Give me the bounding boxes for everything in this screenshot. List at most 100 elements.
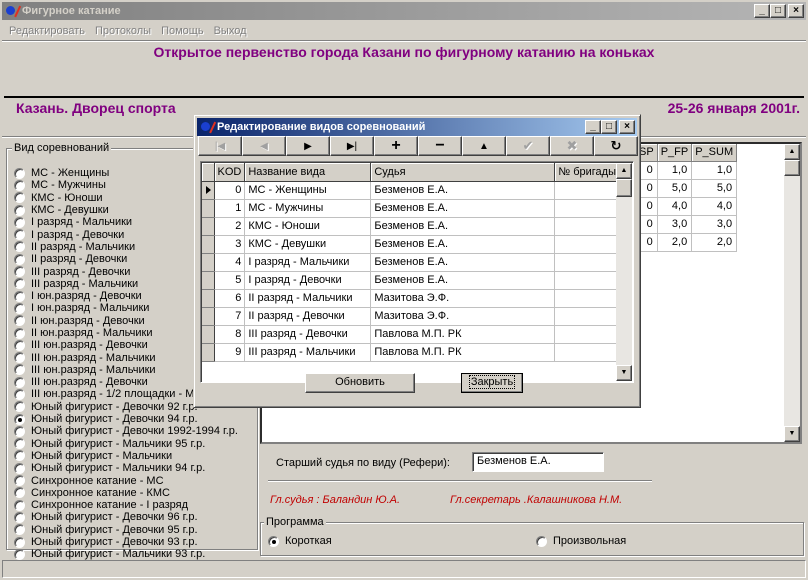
cell-judge[interactable]: Безменов Е.А. [370, 253, 556, 272]
category-radio[interactable] [14, 499, 25, 511]
row-indicator[interactable] [202, 235, 215, 254]
category-radio[interactable] [14, 167, 25, 179]
table-row[interactable]: 8 III разряд - Девочки Павлова М.П. РК [202, 325, 620, 344]
scroll-down-arrow-icon[interactable]: ▼ [784, 426, 800, 442]
cell-brigade[interactable] [554, 307, 620, 326]
insert-record-icon[interactable]: + [374, 136, 418, 156]
row-indicator[interactable] [202, 343, 215, 362]
grid-scroll-up-icon[interactable]: ▲ [616, 163, 632, 179]
row-indicator[interactable] [202, 289, 215, 308]
col-header-p-sum[interactable]: P_SUM [691, 144, 738, 162]
cell-judge[interactable]: Безменов Е.А. [370, 181, 556, 200]
cell-brigade[interactable] [554, 289, 620, 308]
dialog-maximize-button[interactable]: □ [601, 120, 617, 134]
cancel-edit-icon[interactable]: ✖ [550, 136, 594, 156]
results-cell[interactable]: 1,0 [691, 161, 738, 180]
cell-kod[interactable]: 4 [214, 253, 246, 272]
results-row[interactable]: 0 5,0 5,0 [636, 179, 738, 198]
first-record-icon[interactable]: |◀ [198, 136, 242, 156]
refresh-data-icon[interactable]: ↻ [594, 136, 638, 156]
results-scrollbar[interactable]: ▲ ▼ [784, 144, 800, 442]
cell-brigade[interactable] [554, 199, 620, 218]
row-indicator[interactable] [202, 325, 215, 344]
cell-kod[interactable]: 1 [214, 199, 246, 218]
cell-judge[interactable]: Мазитова Э.Ф. [370, 307, 556, 326]
results-row[interactable]: 0 4,0 4,0 [636, 197, 738, 216]
category-radio[interactable] [14, 511, 25, 523]
cell-kod[interactable]: 5 [214, 271, 246, 290]
row-indicator[interactable] [202, 217, 215, 236]
grid-scrollbar[interactable]: ▲ ▼ [616, 163, 632, 381]
grid-scroll-down-icon[interactable]: ▼ [616, 365, 632, 381]
category-radio[interactable] [14, 216, 25, 228]
cell-kod[interactable]: 6 [214, 289, 246, 308]
referee-field[interactable]: Безменов Е.А. [472, 452, 604, 472]
category-radio[interactable] [14, 413, 25, 425]
category-option[interactable]: Юный фигурист - Девочки 94 г.р. [14, 413, 259, 425]
menu-help[interactable]: Помощь [156, 22, 209, 41]
categories-grid[interactable]: KOD Название вида Судья № бригады 0 МС - … [200, 161, 634, 383]
category-option[interactable]: Юный фигурист - Мальчики [14, 450, 259, 462]
category-radio[interactable] [14, 290, 25, 302]
category-radio[interactable] [14, 204, 25, 216]
close-button[interactable]: × [788, 4, 804, 18]
cell-brigade[interactable] [554, 253, 620, 272]
col-header-kod[interactable]: KOD [214, 163, 246, 182]
scroll-up-arrow-icon[interactable]: ▲ [784, 144, 800, 160]
cell-kod[interactable]: 2 [214, 217, 246, 236]
refresh-button[interactable]: Обновить [305, 373, 415, 393]
grid-scroll-thumb[interactable] [616, 179, 632, 197]
category-radio[interactable] [14, 376, 25, 388]
row-indicator[interactable] [202, 253, 215, 272]
results-cell[interactable]: 1,0 [657, 161, 693, 180]
results-cell[interactable]: 5,0 [691, 179, 738, 198]
results-row[interactable]: 0 2,0 2,0 [636, 233, 738, 252]
next-record-icon[interactable]: ▶ [286, 136, 330, 156]
table-row[interactable]: 0 МС - Женщины Безменов Е.А. [202, 181, 620, 200]
category-option[interactable]: Синхронное катание - КМС [14, 487, 259, 499]
menu-edit[interactable]: Редактировать [4, 22, 90, 41]
table-row[interactable]: 1 МС - Мужчины Безменов Е.А. [202, 199, 620, 218]
current-row-indicator-icon[interactable] [202, 181, 215, 200]
results-cell[interactable]: 5,0 [657, 179, 693, 198]
category-radio[interactable] [14, 278, 25, 290]
cell-name[interactable]: МС - Женщины [244, 181, 372, 200]
category-option[interactable]: Юный фигурист - Девочки 1992-1994 г.р. [14, 425, 259, 437]
category-radio[interactable] [14, 241, 25, 253]
program-free-radio[interactable] [536, 535, 547, 547]
category-radio[interactable] [14, 462, 25, 474]
cell-name[interactable]: II разряд - Мальчики [244, 289, 372, 308]
results-cell[interactable]: 3,0 [657, 215, 693, 234]
cell-name[interactable]: КМС - Юноши [244, 217, 372, 236]
results-cell[interactable]: 4,0 [691, 197, 738, 216]
cell-name[interactable]: III разряд - Девочки [244, 325, 372, 344]
category-radio[interactable] [14, 475, 25, 487]
results-row[interactable]: 0 3,0 3,0 [636, 215, 738, 234]
category-radio[interactable] [14, 253, 25, 265]
cell-brigade[interactable] [554, 181, 620, 200]
category-radio[interactable] [14, 536, 25, 548]
table-row[interactable]: 4I разряд - Мальчики Безменов Е.А. [202, 253, 620, 272]
category-radio[interactable] [14, 192, 25, 204]
cell-name[interactable]: I разряд - Мальчики [244, 253, 372, 272]
cell-judge[interactable]: Мазитова Э.Ф. [370, 289, 556, 308]
table-row[interactable]: 7 II разряд - Девочки Мазитова Э.Ф. [202, 307, 620, 326]
cell-kod[interactable]: 9 [214, 343, 246, 362]
category-radio[interactable] [14, 266, 25, 278]
category-option[interactable]: Юный фигурист - Девочки 93 г.р. [14, 536, 259, 548]
category-radio[interactable] [14, 339, 25, 351]
cell-judge[interactable]: Безменов Е.А. [370, 271, 556, 290]
cell-name[interactable]: МС - Мужчины [244, 199, 372, 218]
cell-brigade[interactable] [554, 325, 620, 344]
category-option[interactable]: Синхронное катание - I разряд [14, 499, 259, 511]
last-record-icon[interactable]: ▶| [330, 136, 374, 156]
program-short-option[interactable]: Короткая [268, 535, 332, 547]
scroll-thumb[interactable] [784, 160, 800, 176]
dialog-minimize-button[interactable]: _ [585, 120, 601, 134]
category-radio[interactable] [14, 364, 25, 376]
cell-kod[interactable]: 7 [214, 307, 246, 326]
col-header-p-fp[interactable]: P_FP [657, 144, 693, 162]
col-header-brigade[interactable]: № бригады [554, 163, 620, 182]
results-cell[interactable]: 4,0 [657, 197, 693, 216]
dialog-close-button[interactable]: × [619, 120, 635, 134]
